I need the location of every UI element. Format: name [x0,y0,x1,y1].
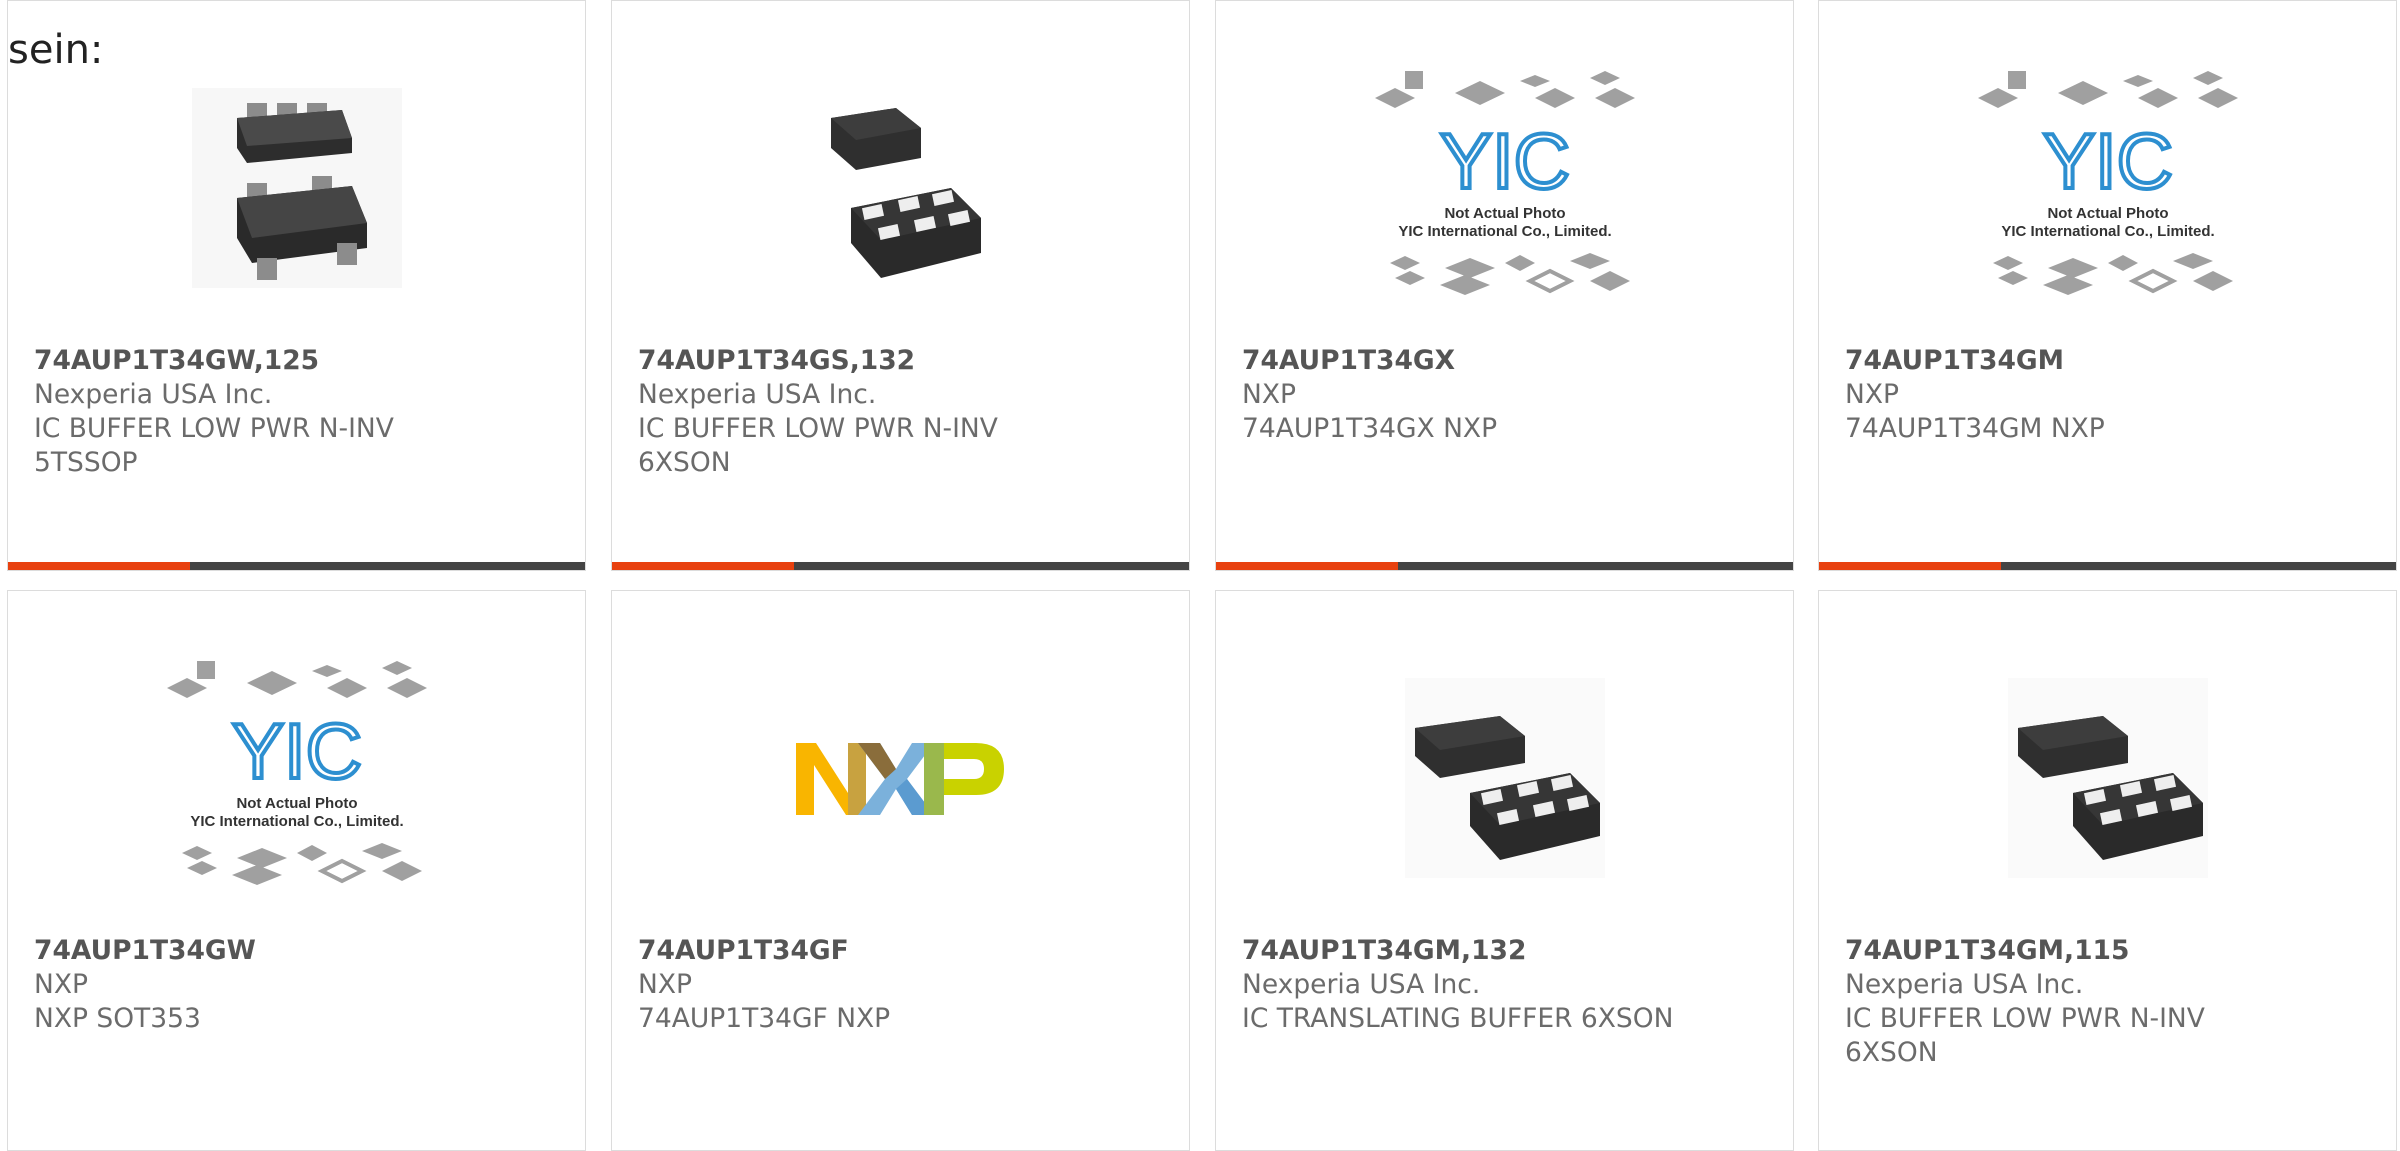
product-card[interactable]: YIC Not Actual Photo YIC International C… [7,590,586,1151]
card-bar [8,562,585,570]
card-bar [1216,562,1793,570]
description: IC TRANSLATING BUFFER 6XSON [1242,1003,1674,1034]
product-image[interactable] [612,643,1189,913]
img-caption-1: Not Actual Photo [1444,205,1565,222]
card-bar-accent [1216,562,1398,570]
description: IC BUFFER LOW PWR N-INV 5TSSOP [34,413,394,478]
part-number[interactable]: 74AUP1T34GF [638,934,1169,968]
product-card[interactable]: 74AUP1T34GS,132 Nexperia USA Inc. IC BUF… [611,0,1190,571]
product-info: 74AUP1T34GX NXP 74AUP1T34GX NXP [1242,344,1773,446]
product-card[interactable]: 74AUP1T34GM,115 Nexperia USA Inc. IC BUF… [1818,590,2397,1151]
manufacturer: Nexperia USA Inc. [1242,969,1481,1000]
card-bar [612,562,1189,570]
manufacturer: NXP [1845,379,1899,410]
part-number[interactable]: 74AUP1T34GM [1845,344,2376,378]
svg-text:YIC: YIC [231,707,361,795]
svg-text:YIC: YIC [1439,117,1569,205]
tssop5-package-image [191,88,402,288]
description: NXP SOT353 [34,1003,201,1034]
manufacturer: NXP [1242,379,1296,410]
product-image[interactable] [1216,643,1793,913]
part-number[interactable]: 74AUP1T34GW,125 [34,344,565,378]
product-image[interactable]: YIC Not Actual Photo YIC International C… [1216,53,1793,323]
product-card[interactable]: 74AUP1T34GF NXP 74AUP1T34GF NXP [611,590,1190,1151]
svg-text:YIC: YIC [2042,117,2172,205]
product-card[interactable]: YIC Not Actual Photo YIC International C… [1215,0,1794,571]
product-info: 74AUP1T34GF NXP 74AUP1T34GF NXP [638,934,1169,1036]
img-caption-2: YIC International Co., Limited. [1398,223,1611,240]
part-number[interactable]: 74AUP1T34GS,132 [638,344,1169,378]
yic-placeholder-image: YIC Not Actual Photo YIC International C… [1374,71,1635,295]
product-info: 74AUP1T34GW NXP NXP SOT353 [34,934,565,1036]
intro-text: sein: [8,27,104,73]
description: IC BUFFER LOW PWR N-INV 6XSON [638,413,998,478]
product-image[interactable]: YIC Not Actual Photo YIC International C… [8,643,585,913]
product-card[interactable]: 74AUP1T34GW,125 Nexperia USA Inc. IC BUF… [7,0,586,571]
nxp-logo-icon [795,743,1004,815]
description: 74AUP1T34GF NXP [638,1003,891,1034]
part-number[interactable]: 74AUP1T34GM,115 [1845,934,2376,968]
description: IC BUFFER LOW PWR N-INV 6XSON [1845,1003,2205,1068]
card-bar-accent [8,562,190,570]
manufacturer: NXP [638,969,692,1000]
xson6-package-image [1404,678,1605,878]
manufacturer: Nexperia USA Inc. [1845,969,2084,1000]
product-card[interactable]: 74AUP1T34GM,132 Nexperia USA Inc. IC TRA… [1215,590,1794,1151]
manufacturer: Nexperia USA Inc. [34,379,273,410]
product-card[interactable]: YIC Not Actual Photo YIC International C… [1818,0,2397,571]
part-number[interactable]: 74AUP1T34GM,132 [1242,934,1773,968]
product-info: 74AUP1T34GM,115 Nexperia USA Inc. IC BUF… [1845,934,2376,1070]
part-number[interactable]: 74AUP1T34GW [34,934,565,968]
img-caption-2: YIC International Co., Limited. [2001,223,2214,240]
product-image[interactable] [8,53,585,323]
manufacturer: NXP [34,969,88,1000]
xson6-package-image [2007,678,2208,878]
card-bar-accent [612,562,794,570]
img-caption-1: Not Actual Photo [236,795,357,812]
img-caption-1: Not Actual Photo [2047,205,2168,222]
card-bar-accent [1819,562,2001,570]
product-image[interactable] [612,53,1189,323]
part-number[interactable]: 74AUP1T34GX [1242,344,1773,378]
yic-placeholder-image: YIC Not Actual Photo YIC International C… [166,661,427,885]
product-info: 74AUP1T34GM NXP 74AUP1T34GM NXP [1845,344,2376,446]
yic-placeholder-image: YIC Not Actual Photo YIC International C… [1977,71,2238,295]
manufacturer: Nexperia USA Inc. [638,379,877,410]
description: 74AUP1T34GM NXP [1845,413,2105,444]
product-image[interactable]: YIC Not Actual Photo YIC International C… [1819,53,2396,323]
img-caption-2: YIC International Co., Limited. [190,813,403,830]
description: 74AUP1T34GX NXP [1242,413,1498,444]
product-image[interactable] [1819,643,2396,913]
xson6-package-image [830,108,981,278]
product-info: 74AUP1T34GW,125 Nexperia USA Inc. IC BUF… [34,344,565,480]
product-info: 74AUP1T34GM,132 Nexperia USA Inc. IC TRA… [1242,934,1773,1036]
product-info: 74AUP1T34GS,132 Nexperia USA Inc. IC BUF… [638,344,1169,480]
card-bar [1819,562,2396,570]
